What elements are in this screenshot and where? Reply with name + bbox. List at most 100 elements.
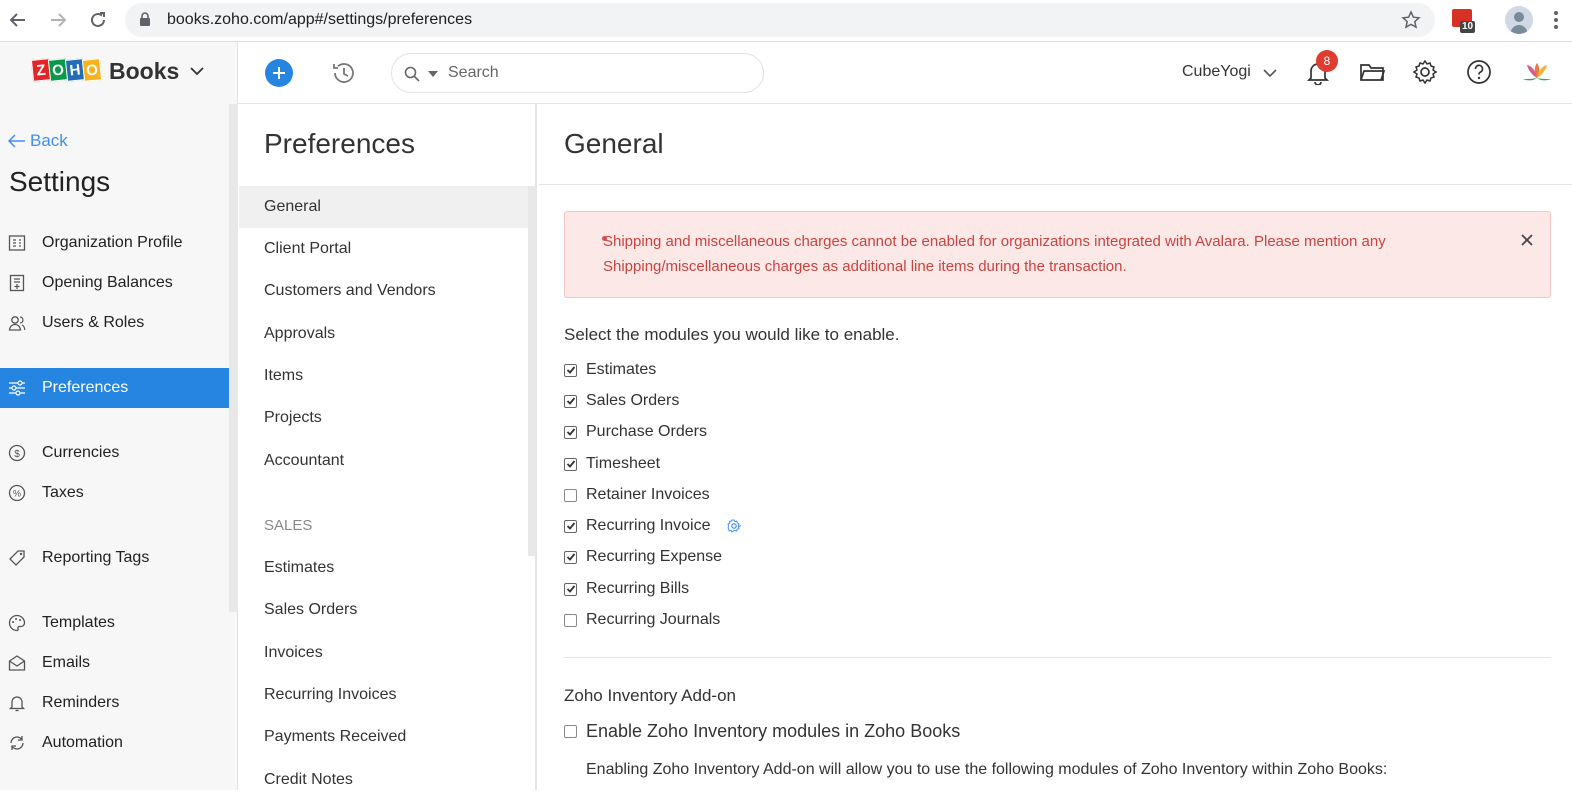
module-sales-orders[interactable]: Sales Orders <box>564 392 679 410</box>
folder-icon[interactable] <box>1359 59 1385 85</box>
preferences-scrollbar[interactable] <box>528 186 537 556</box>
sidebar-item-organization-profile[interactable]: Organization Profile <box>0 223 229 263</box>
bookmark-star-icon[interactable] <box>1401 10 1421 30</box>
close-icon[interactable] <box>1521 234 1533 246</box>
checkbox[interactable] <box>564 394 577 408</box>
module-recurring-invoice[interactable]: Recurring Invoice <box>564 517 741 535</box>
settings-title: Settings <box>9 166 111 197</box>
checkbox[interactable] <box>564 613 577 627</box>
back-arrow-icon[interactable] <box>6 8 30 32</box>
brand-switcher[interactable]: Z O H O Books <box>0 42 238 104</box>
sidebar-item-reporting-tags[interactable]: Reporting Tags <box>0 538 229 578</box>
checkbox-label: Estimates <box>586 361 657 378</box>
alert-message: Shipping and miscellaneous charges canno… <box>603 233 1386 275</box>
currency-icon: $ <box>8 444 26 462</box>
module-recurring-bills[interactable]: Recurring Bills <box>564 580 689 598</box>
brand-name: Books <box>109 58 180 84</box>
pref-item-customers-vendors[interactable]: Customers and Vendors <box>239 270 528 312</box>
pref-section-sales: SALES <box>264 517 313 534</box>
help-icon[interactable] <box>1466 59 1492 85</box>
browser-toolbar: books.zoho.com/app#/settings/preferences… <box>0 0 1572 42</box>
pref-item-approvals[interactable]: Approvals <box>239 313 528 355</box>
sidebar-item-preferences[interactable]: Preferences <box>0 368 229 408</box>
sidebar-item-label: Preferences <box>42 379 129 396</box>
sidebar-item-label: Opening Balances <box>42 274 173 291</box>
search-icon <box>404 66 420 82</box>
divider <box>539 184 1572 185</box>
pref-item-invoices[interactable]: Invoices <box>239 632 528 674</box>
sidebar-item-emails[interactable]: Emails <box>0 643 229 683</box>
module-timesheet[interactable]: Timesheet <box>564 455 660 473</box>
settings-gear-icon[interactable] <box>1412 59 1438 85</box>
pref-item-payments-received[interactable]: Payments Received <box>239 716 528 758</box>
module-purchase-orders[interactable]: Purchase Orders <box>564 423 707 441</box>
pref-item-items[interactable]: Items <box>239 355 528 397</box>
sidebar-item-label: Reporting Tags <box>42 549 150 566</box>
sidebar-scrollbar[interactable] <box>229 104 238 612</box>
sidebar-item-label: Users & Roles <box>42 314 145 331</box>
checkbox[interactable] <box>564 582 577 596</box>
sidebar-item-users-roles[interactable]: Users & Roles <box>0 303 229 343</box>
checkbox[interactable] <box>564 457 577 471</box>
checkbox[interactable] <box>564 488 577 502</box>
recent-history-icon[interactable] <box>330 59 358 87</box>
org-lotus-logo-icon[interactable] <box>1520 59 1551 85</box>
checkbox-label: Recurring Bills <box>586 580 690 597</box>
automation-icon <box>8 734 26 752</box>
global-search[interactable] <box>391 53 764 93</box>
checkbox[interactable] <box>564 725 577 738</box>
chevron-down-icon <box>189 66 205 76</box>
checkbox-label: Timesheet <box>586 455 661 472</box>
module-retainer-invoices[interactable]: Retainer Invoices <box>564 486 710 504</box>
module-recurring-expense[interactable]: Recurring Expense <box>564 548 722 566</box>
sidebar-item-label: Currencies <box>42 444 120 461</box>
ledger-icon <box>8 274 26 292</box>
checkbox-label: Recurring Journals <box>586 611 721 628</box>
sidebar-item-label: Templates <box>42 614 115 631</box>
checkbox[interactable] <box>564 550 577 564</box>
addon-enable-inventory[interactable]: Enable Zoho Inventory modules in Zoho Bo… <box>564 721 960 742</box>
pref-item-credit-notes[interactable]: Credit Notes <box>239 759 528 801</box>
checkbox-label: Enable Zoho Inventory modules in Zoho Bo… <box>586 721 961 741</box>
checkbox[interactable] <box>564 425 577 439</box>
lock-icon <box>139 12 151 27</box>
sidebar-item-opening-balances[interactable]: Opening Balances <box>0 263 229 303</box>
profile-avatar[interactable] <box>1505 6 1533 34</box>
module-recurring-journals[interactable]: Recurring Journals <box>564 611 720 629</box>
checkbox-label: Recurring Invoice <box>586 517 711 534</box>
organization-switcher[interactable]: CubeYogi <box>1182 63 1251 81</box>
pref-item-general[interactable]: General <box>239 186 528 228</box>
search-input[interactable] <box>448 63 748 83</box>
pref-item-projects[interactable]: Projects <box>239 397 528 439</box>
sidebar-item-reminders[interactable]: Reminders <box>0 683 229 723</box>
sidebar-item-taxes[interactable]: % Taxes <box>0 473 229 513</box>
back-link[interactable]: Back <box>8 131 68 151</box>
reload-icon[interactable] <box>86 8 110 32</box>
organization-icon <box>8 234 26 252</box>
pref-item-estimates[interactable]: Estimates <box>239 547 528 589</box>
quick-create-button[interactable] <box>265 59 293 87</box>
address-bar[interactable]: books.zoho.com/app#/settings/preferences <box>125 3 1435 37</box>
sidebar-item-automation[interactable]: Automation <box>0 723 229 763</box>
checkbox-label: Sales Orders <box>586 392 680 409</box>
bell-icon <box>8 694 26 712</box>
pref-item-recurring-invoices[interactable]: Recurring Invoices <box>239 674 528 716</box>
chevron-down-icon <box>1263 69 1277 77</box>
sidebar-item-currencies[interactable]: $ Currencies <box>0 433 229 473</box>
error-alert: Shipping and miscellaneous charges canno… <box>564 211 1551 298</box>
pref-item-client-portal[interactable]: Client Portal <box>239 228 528 270</box>
checkbox[interactable] <box>564 363 577 377</box>
pref-item-sales-orders[interactable]: Sales Orders <box>239 589 528 631</box>
browser-menu-icon[interactable] <box>1553 10 1559 30</box>
module-estimates[interactable]: Estimates <box>564 361 656 379</box>
general-preferences-main: General Shipping and miscellaneous charg… <box>539 104 1572 790</box>
sidebar-item-templates[interactable]: Templates <box>0 603 229 643</box>
email-icon <box>8 654 26 672</box>
gear-icon[interactable] <box>726 519 741 533</box>
checkbox[interactable] <box>564 519 577 533</box>
sidebar-item-label: Organization Profile <box>42 234 183 251</box>
sliders-icon <box>8 379 26 397</box>
forward-arrow-icon[interactable] <box>46 8 70 32</box>
pref-item-accountant[interactable]: Accountant <box>239 440 528 482</box>
search-filter-caret-icon[interactable] <box>428 71 438 77</box>
